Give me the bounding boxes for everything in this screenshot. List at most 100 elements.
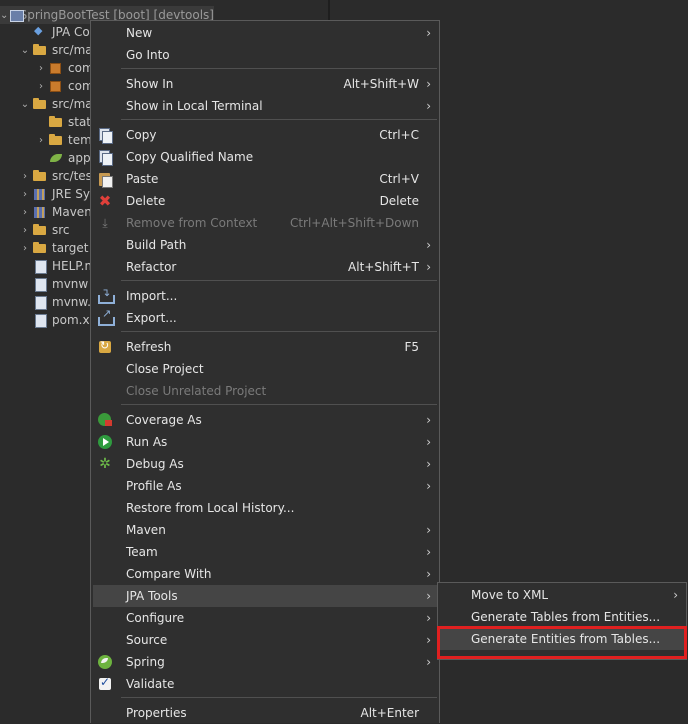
tree-item-package[interactable]: › com: [34, 59, 94, 77]
tree-item-label: Maven: [52, 205, 92, 219]
source-folder-icon: [32, 43, 48, 57]
menu-item-import[interactable]: Import...: [93, 285, 437, 307]
tree-item-help-md[interactable]: HELP.m: [18, 257, 96, 275]
menu-item-export[interactable]: Export...: [93, 307, 437, 329]
chevron-right-icon[interactable]: ›: [34, 63, 48, 74]
chevron-right-icon: ›: [426, 633, 431, 647]
menu-item-restore-from-local-history[interactable]: Restore from Local History...: [93, 497, 437, 519]
menu-item-validate[interactable]: Validate: [93, 673, 437, 695]
chevron-right-icon: ›: [426, 260, 431, 274]
menu-item-maven[interactable]: Maven ›: [93, 519, 437, 541]
chevron-right-icon[interactable]: ›: [34, 135, 48, 146]
menu-item-move-to-xml[interactable]: Move to XML ›: [440, 584, 684, 606]
import-icon: [97, 286, 115, 304]
menu-separator: [121, 697, 437, 698]
source-folder-icon: [32, 97, 48, 111]
validate-check-icon: [97, 675, 113, 692]
menu-separator: [121, 280, 437, 281]
menu-item-profile-as[interactable]: Profile As ›: [93, 475, 437, 497]
refresh-icon: [97, 339, 113, 355]
menu-item-copy[interactable]: Copy Ctrl+C: [93, 124, 437, 146]
export-icon: [97, 307, 115, 326]
tree-item-mvnw-cmd[interactable]: mvnw.: [18, 293, 91, 311]
menu-item-build-path[interactable]: Build Path ›: [93, 234, 437, 256]
annotation-highlight-box: [437, 626, 687, 659]
menu-item-debug-as[interactable]: ✲ Debug As ›: [93, 453, 437, 475]
folder-icon: [48, 115, 64, 129]
chevron-right-icon[interactable]: ›: [18, 207, 32, 218]
chevron-right-icon: ›: [426, 655, 431, 669]
chevron-right-icon[interactable]: ›: [18, 225, 32, 236]
menu-item-jpa-tools[interactable]: JPA Tools ›: [93, 585, 437, 607]
menu-item-copy-qualified-name[interactable]: Copy Qualified Name: [93, 146, 437, 168]
chevron-down-icon[interactable]: ⌄: [0, 10, 8, 21]
chevron-right-icon[interactable]: ›: [18, 189, 32, 200]
library-icon: [32, 187, 48, 201]
menu-item-coverage-as[interactable]: Coverage As ›: [93, 409, 437, 431]
menu-item-refactor[interactable]: Refactor Alt+Shift+T ›: [93, 256, 437, 278]
tree-item-src[interactable]: › src: [18, 221, 70, 239]
folder-icon: [32, 223, 48, 237]
chevron-right-icon[interactable]: ›: [18, 171, 32, 182]
menu-item-team[interactable]: Team ›: [93, 541, 437, 563]
menu-item-configure[interactable]: Configure ›: [93, 607, 437, 629]
menu-item-show-in-local-terminal[interactable]: Show in Local Terminal ›: [93, 95, 437, 117]
tree-item-target[interactable]: › target: [18, 239, 89, 257]
tree-item-package[interactable]: › com: [34, 77, 94, 95]
tree-item-mvnw[interactable]: mvnw: [18, 275, 88, 293]
chevron-right-icon[interactable]: ›: [34, 81, 48, 92]
chevron-right-icon[interactable]: ›: [18, 243, 32, 254]
tree-item-pom-xml[interactable]: pom.xn: [18, 311, 97, 329]
coverage-icon: [97, 412, 113, 428]
tree-item-src-test[interactable]: › src/test: [18, 167, 97, 185]
tree-item-application-properties[interactable]: app: [34, 149, 91, 167]
menu-item-go-into[interactable]: Go Into: [93, 44, 437, 66]
menu-item-refresh[interactable]: RefreshF5: [93, 336, 437, 358]
delete-icon: ✖: [98, 192, 112, 210]
tree-item-label: app: [68, 151, 91, 165]
context-menu: New › Go Into Show In Alt+Shift+W › Show in…: [90, 20, 440, 723]
menu-item-spring[interactable]: Spring ›: [93, 651, 437, 673]
file-icon: [32, 259, 48, 274]
spring-leaf-icon: [97, 654, 113, 670]
file-icon: [32, 295, 48, 310]
chevron-right-icon: ›: [426, 611, 431, 625]
library-icon: [32, 205, 48, 219]
tree-item-static[interactable]: stati: [34, 113, 94, 131]
file-icon: [32, 313, 48, 328]
menu-item-properties[interactable]: Properties Alt+Enter: [93, 702, 437, 724]
project-icon: [8, 8, 25, 22]
menu-item-new[interactable]: New ›: [93, 22, 437, 44]
menu-separator: [121, 68, 437, 69]
tree-item-src-main-java[interactable]: ⌄ src/ma: [18, 41, 93, 59]
chevron-down-icon[interactable]: ⌄: [18, 45, 32, 56]
tree-item-label: JPA Co: [52, 25, 90, 39]
debug-bug-icon: ✲: [99, 456, 111, 472]
menu-item-remove-from-context: ⤓ Remove from Context Ctrl+Alt+Shift+Down: [93, 212, 437, 234]
tree-item-src-main-resources[interactable]: ⌄ src/ma: [18, 95, 93, 113]
menu-item-generate-tables-from-entities[interactable]: Generate Tables from Entities...: [440, 606, 684, 628]
menu-item-run-as[interactable]: Run As ›: [93, 431, 437, 453]
menu-item-close-project[interactable]: Close Project: [93, 358, 437, 380]
remove-from-context-icon: ⤓: [102, 216, 108, 230]
jpa-content-icon: [32, 24, 48, 39]
menu-item-source[interactable]: Source ›: [93, 629, 437, 651]
menu-item-close-unrelated-project: Close Unrelated Project: [126, 384, 267, 398]
tree-item-templates[interactable]: › tem: [34, 131, 92, 149]
tree-item-jre-system-library[interactable]: › JRE Sys: [18, 185, 96, 203]
source-folder-icon: [32, 169, 48, 183]
run-icon: [97, 434, 113, 450]
chevron-right-icon: ›: [426, 589, 431, 603]
tree-item-label: src: [52, 223, 70, 237]
copy-icon: [97, 127, 113, 144]
chevron-right-icon: ›: [426, 77, 431, 91]
menu-item-delete[interactable]: ✖ Delete Delete: [93, 190, 437, 212]
menu-item-show-in[interactable]: Show In Alt+Shift+W ›: [93, 73, 437, 95]
menu-item-compare-with[interactable]: Compare With ›: [93, 563, 437, 585]
tree-item-jpa-content[interactable]: JPA Co: [18, 23, 90, 41]
paste-icon: [97, 171, 113, 188]
package-icon: [48, 79, 64, 93]
tree-item-maven-dependencies[interactable]: › Maven: [18, 203, 92, 221]
menu-item-paste[interactable]: Paste Ctrl+V: [93, 168, 437, 190]
chevron-down-icon[interactable]: ⌄: [18, 99, 32, 110]
